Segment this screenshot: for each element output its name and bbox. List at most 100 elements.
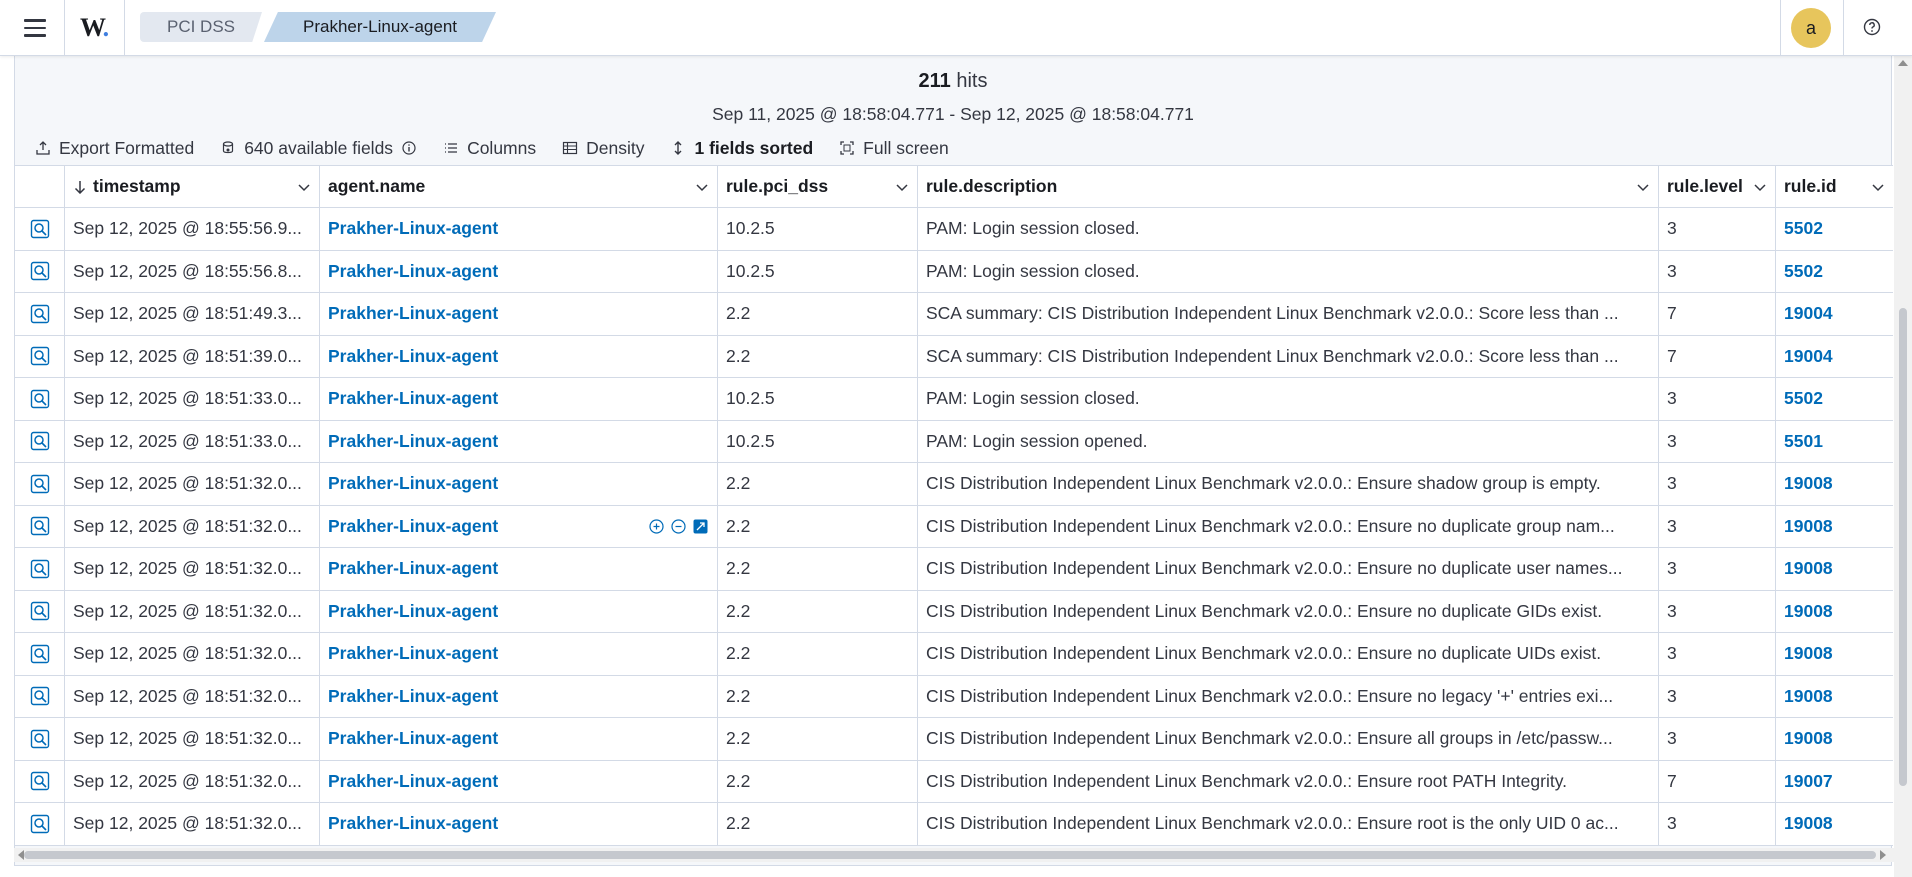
available-fields-button[interactable]: 640 available fields xyxy=(220,138,417,159)
cell-timestamp[interactable]: Sep 12, 2025 @ 18:55:56.9... xyxy=(65,208,320,250)
cell-pci-dss[interactable]: 10.2.5 xyxy=(718,208,918,250)
agent-name-link[interactable]: Prakher-Linux-agent xyxy=(328,686,498,707)
cell-rule-level[interactable]: 7 xyxy=(1659,293,1776,335)
scroll-up-arrow[interactable] xyxy=(1898,60,1908,66)
sort-fields-button[interactable]: 1 fields sorted xyxy=(670,138,813,159)
cell-timestamp[interactable]: Sep 12, 2025 @ 18:51:49.3... xyxy=(65,293,320,335)
inspect-document-icon[interactable] xyxy=(29,728,51,750)
inspect-document-icon[interactable] xyxy=(29,813,51,835)
cell-rule-description[interactable]: CIS Distribution Independent Linux Bench… xyxy=(918,803,1659,845)
cell-agent-name[interactable]: Prakher-Linux-agent xyxy=(320,420,718,462)
cell-pci-dss[interactable]: 10.2.5 xyxy=(718,420,918,462)
inspect-document-icon[interactable] xyxy=(29,430,51,452)
cell-rule-level[interactable]: 3 xyxy=(1659,378,1776,420)
rule-id-link[interactable]: 19008 xyxy=(1784,473,1833,494)
app-logo[interactable]: W. xyxy=(80,13,109,43)
cell-rule-id[interactable]: 5502 xyxy=(1776,251,1893,293)
agent-name-link[interactable]: Prakher-Linux-agent xyxy=(328,643,498,664)
chevron-down-icon[interactable] xyxy=(695,180,709,194)
cell-rule-id[interactable]: 19008 xyxy=(1776,548,1893,590)
cell-rule-id[interactable]: 19008 xyxy=(1776,676,1893,718)
horizontal-scrollbar-thumb[interactable] xyxy=(24,851,1876,859)
cell-rule-id[interactable]: 19004 xyxy=(1776,293,1893,335)
cell-timestamp[interactable]: Sep 12, 2025 @ 18:51:32.0... xyxy=(65,803,320,845)
density-button[interactable]: Density xyxy=(562,138,644,159)
cell-pci-dss[interactable]: 2.2 xyxy=(718,760,918,802)
cell-rule-description[interactable]: CIS Distribution Independent Linux Bench… xyxy=(918,760,1659,802)
rule-id-link[interactable]: 19008 xyxy=(1784,686,1833,707)
rule-id-link[interactable]: 5502 xyxy=(1784,261,1823,282)
expand-cell-icon[interactable] xyxy=(692,518,709,535)
cell-rule-level[interactable]: 3 xyxy=(1659,420,1776,462)
inspect-document-icon[interactable] xyxy=(29,643,51,665)
cell-rule-level[interactable]: 3 xyxy=(1659,590,1776,632)
chevron-down-icon[interactable] xyxy=(895,180,909,194)
column-header-timestamp[interactable]: timestamp xyxy=(65,166,320,207)
cell-agent-name[interactable]: Prakher-Linux-agent xyxy=(320,378,718,420)
cell-rule-id[interactable]: 5502 xyxy=(1776,378,1893,420)
cell-timestamp[interactable]: Sep 12, 2025 @ 18:51:32.0... xyxy=(65,505,320,547)
cell-rule-description[interactable]: PAM: Login session closed. xyxy=(918,250,1659,292)
cell-rule-id[interactable]: 19008 xyxy=(1776,463,1893,505)
cell-pci-dss[interactable]: 2.2 xyxy=(718,548,918,590)
breadcrumb-agent[interactable]: Prakher-Linux-agent xyxy=(264,12,496,42)
cell-agent-name[interactable]: Prakher-Linux-agent xyxy=(320,548,718,590)
agent-name-link[interactable]: Prakher-Linux-agent xyxy=(328,601,498,622)
cell-pci-dss[interactable]: 2.2 xyxy=(718,675,918,717)
cell-rule-level[interactable]: 3 xyxy=(1659,250,1776,292)
chevron-down-icon[interactable] xyxy=(1636,180,1650,194)
cell-pci-dss[interactable]: 2.2 xyxy=(718,590,918,632)
inspect-document-icon[interactable] xyxy=(29,218,51,240)
cell-pci-dss[interactable]: 2.2 xyxy=(718,463,918,505)
agent-name-link[interactable]: Prakher-Linux-agent xyxy=(328,431,498,452)
chevron-down-icon[interactable] xyxy=(1753,180,1767,194)
user-avatar[interactable]: a xyxy=(1791,8,1831,48)
cell-rule-description[interactable]: SCA summary: CIS Distribution Independen… xyxy=(918,293,1659,335)
inspect-document-icon[interactable] xyxy=(29,770,51,792)
rule-id-link[interactable]: 19008 xyxy=(1784,601,1833,622)
column-header-rule-pci-dss[interactable]: rule.pci_dss xyxy=(718,166,918,207)
cell-rule-id[interactable]: 5502 xyxy=(1776,208,1893,250)
cell-agent-name[interactable]: Prakher-Linux-agent xyxy=(320,335,718,377)
info-icon[interactable] xyxy=(401,140,417,156)
cell-rule-level[interactable]: 3 xyxy=(1659,208,1776,250)
cell-timestamp[interactable]: Sep 12, 2025 @ 18:51:32.0... xyxy=(65,548,320,590)
column-header-rule-id[interactable]: rule.id xyxy=(1776,166,1893,207)
agent-name-link[interactable]: Prakher-Linux-agent xyxy=(328,388,498,409)
inspect-document-icon[interactable] xyxy=(29,515,51,537)
help-icon[interactable] xyxy=(1862,17,1882,37)
cell-timestamp[interactable]: Sep 12, 2025 @ 18:51:33.0... xyxy=(65,420,320,462)
cell-timestamp[interactable]: Sep 12, 2025 @ 18:51:32.0... xyxy=(65,675,320,717)
agent-name-link[interactable]: Prakher-Linux-agent xyxy=(328,346,498,367)
inspect-document-icon[interactable] xyxy=(29,345,51,367)
chevron-down-icon[interactable] xyxy=(297,180,311,194)
cell-agent-name[interactable]: Prakher-Linux-agent xyxy=(320,505,718,547)
rule-id-link[interactable]: 19008 xyxy=(1784,813,1833,834)
cell-rule-id[interactable]: 19008 xyxy=(1776,591,1893,633)
full-screen-button[interactable]: Full screen xyxy=(839,138,949,159)
cell-rule-level[interactable]: 7 xyxy=(1659,335,1776,377)
cell-rule-id[interactable]: 19008 xyxy=(1776,803,1893,845)
cell-pci-dss[interactable]: 2.2 xyxy=(718,633,918,675)
cell-pci-dss[interactable]: 10.2.5 xyxy=(718,250,918,292)
rule-id-link[interactable]: 19008 xyxy=(1784,728,1833,749)
cell-agent-name[interactable]: Prakher-Linux-agent xyxy=(320,463,718,505)
cell-agent-name[interactable]: Prakher-Linux-agent xyxy=(320,250,718,292)
cell-rule-id[interactable]: 5501 xyxy=(1776,421,1893,463)
cell-pci-dss[interactable]: 2.2 xyxy=(718,293,918,335)
agent-name-link[interactable]: Prakher-Linux-agent xyxy=(328,558,498,579)
agent-name-link[interactable]: Prakher-Linux-agent xyxy=(328,813,498,834)
cell-rule-level[interactable]: 3 xyxy=(1659,633,1776,675)
inspect-document-icon[interactable] xyxy=(29,473,51,495)
agent-name-link[interactable]: Prakher-Linux-agent xyxy=(328,261,498,282)
cell-timestamp[interactable]: Sep 12, 2025 @ 18:51:39.0... xyxy=(65,335,320,377)
cell-pci-dss[interactable]: 2.2 xyxy=(718,335,918,377)
inspect-document-icon[interactable] xyxy=(29,388,51,410)
cell-rule-description[interactable]: CIS Distribution Independent Linux Bench… xyxy=(918,505,1659,547)
cell-rule-description[interactable]: CIS Distribution Independent Linux Bench… xyxy=(918,633,1659,675)
rule-id-link[interactable]: 5501 xyxy=(1784,431,1823,452)
cell-agent-name[interactable]: Prakher-Linux-agent xyxy=(320,760,718,802)
scroll-right-arrow[interactable] xyxy=(1880,850,1886,860)
cell-agent-name[interactable]: Prakher-Linux-agent xyxy=(320,718,718,760)
rule-id-link[interactable]: 19004 xyxy=(1784,303,1833,324)
